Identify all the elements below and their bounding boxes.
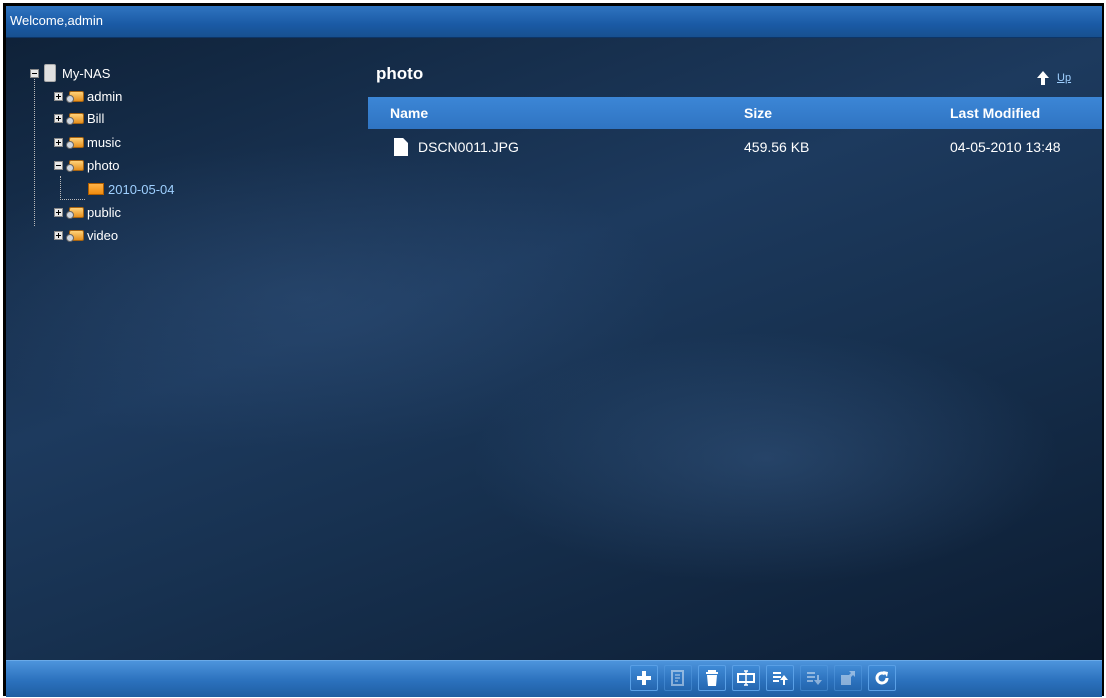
tree-item-my-nas[interactable]: My-NAS [30,62,110,84]
file-modified: 04-05-2010 13:48 [950,139,1061,155]
refresh-icon [875,671,889,685]
file-name: DSCN0011.JPG [418,139,519,155]
tree-item-public[interactable]: public [54,201,121,223]
share-folder-icon [66,89,84,103]
table-row[interactable]: DSCN0011.JPG 459.56 KB 04-05-2010 13:48 [368,130,1102,164]
expand-icon[interactable] [54,91,63,101]
share-folder-icon [66,158,84,172]
rename-button[interactable] [732,665,760,691]
tree-item-bill[interactable]: Bill [54,107,104,129]
tree-item-2010-05-04[interactable]: 2010-05-04 [88,178,175,200]
move-button[interactable] [834,665,862,691]
file-size: 459.56 KB [744,139,810,155]
tree-item-label: 2010-05-04 [108,181,175,197]
share-folder-icon [66,205,84,219]
up-link-label[interactable]: Up [1057,72,1071,84]
add-button[interactable] [630,665,658,691]
expand-icon[interactable] [54,113,63,123]
download-button[interactable] [800,665,828,691]
folder-title: photo [376,64,424,83]
tree-item-photo[interactable]: photo [54,154,120,176]
collapse-icon[interactable] [30,68,39,78]
up-link[interactable]: Up [1035,70,1071,86]
upload-icon [773,672,788,685]
tree-item-label: public [87,204,121,220]
action-toolbar [630,665,896,691]
folder-icon [88,183,104,195]
tree-item-video[interactable]: video [54,224,118,246]
welcome-bar: Welcome,admin [6,6,1102,38]
file-table-header: Name Size Last Modified [368,97,1102,129]
file-icon [394,138,408,156]
tree-item-label: music [87,134,121,150]
column-header-name[interactable]: Name [390,105,428,121]
share-folder-icon [66,228,84,242]
edit-button[interactable] [664,665,692,691]
bottom-bar [6,660,1102,697]
refresh-button[interactable] [868,665,896,691]
tree-item-admin[interactable]: admin [54,85,122,107]
tree-item-label: photo [87,157,120,173]
nas-device-icon [44,64,56,82]
download-icon [807,672,822,685]
up-arrow-icon [1037,71,1049,85]
expand-icon[interactable] [54,230,63,240]
share-folder-icon [66,111,84,125]
edit-icon [671,670,684,686]
collapse-icon[interactable] [54,160,63,170]
file-browser: My-NAS admin Bill music photo 2010-05-04 [6,38,1102,660]
column-header-modified[interactable]: Last Modified [950,105,1040,121]
trash-icon [706,670,718,686]
expand-icon[interactable] [54,207,63,217]
move-icon [841,671,855,685]
tree-item-label: My-NAS [62,65,111,81]
tree-item-label: video [87,227,119,243]
tree-item-label: admin [87,88,123,104]
upload-button[interactable] [766,665,794,691]
share-folder-icon [66,135,84,149]
tree-item-music[interactable]: music [54,131,121,153]
welcome-text: Welcome,admin [10,13,103,28]
tree-item-label: Bill [87,110,105,126]
expand-icon[interactable] [54,137,63,147]
delete-button[interactable] [698,665,726,691]
plus-icon [637,671,651,685]
column-header-size[interactable]: Size [744,105,772,121]
rename-icon [737,670,755,686]
